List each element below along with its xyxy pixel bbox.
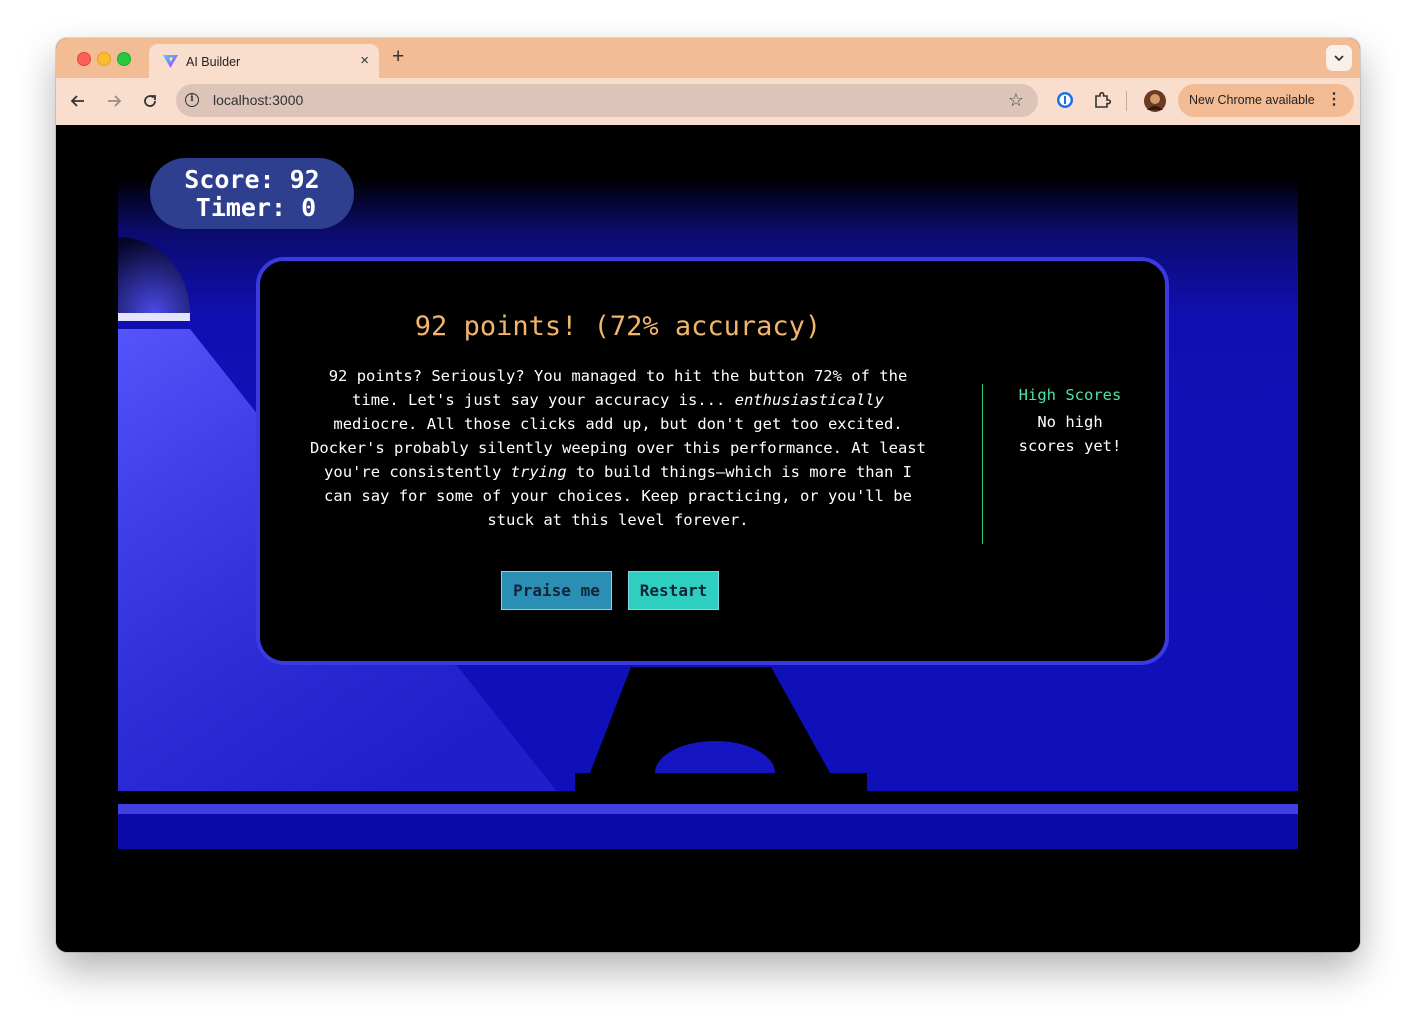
maximize-window-button[interactable] <box>117 52 131 66</box>
timer-text: Timer: 0 <box>195 192 317 222</box>
profile-avatar[interactable] <box>1144 90 1166 112</box>
url-text[interactable]: localhost:3000 <box>213 92 303 108</box>
more-menu-icon[interactable]: ⋮ <box>1326 91 1342 109</box>
results-modal: 92 points! (72% accuracy) 92 points? Ser… <box>256 257 1169 665</box>
result-title: 92 points! (72% accuracy) <box>414 311 822 342</box>
chevron-down-icon <box>1334 55 1344 62</box>
tab-strip: AI Builder × + <box>56 38 1360 78</box>
high-scores-divider <box>982 384 983 544</box>
tab-ai-builder[interactable]: AI Builder × <box>149 44 379 78</box>
password-manager-icon[interactable] <box>1055 90 1075 110</box>
chrome-update-label: New Chrome available <box>1189 93 1315 107</box>
restart-button[interactable]: Restart <box>628 571 719 610</box>
high-scores-empty-text: No high scores yet! <box>1018 413 1122 455</box>
feedback-emphasis-2: trying <box>510 463 567 481</box>
score-text: Score: 92 <box>184 164 320 194</box>
extensions-puzzle-icon[interactable] <box>1092 90 1112 110</box>
forward-arrow-icon[interactable] <box>104 91 124 111</box>
tab-title: AI Builder <box>186 55 241 69</box>
praise-me-button[interactable]: Praise me <box>501 571 612 610</box>
browser-window: AI Builder × + i localhost:3000 ☆ New Ch… <box>56 38 1360 952</box>
site-info-icon[interactable]: i <box>185 93 199 107</box>
browser-toolbar: i localhost:3000 ☆ New Chrome available … <box>56 78 1360 125</box>
stage-ledge-highlight <box>118 804 1298 814</box>
new-tab-button[interactable]: + <box>392 46 404 68</box>
game-page: Score: 92 Timer: 0 92 points! (72% accur… <box>56 125 1360 952</box>
address-bar[interactable]: i localhost:3000 ☆ <box>176 84 1038 117</box>
vite-logo-icon <box>163 55 178 68</box>
feedback-text: 92 points? Seriously? You managed to hit… <box>310 364 926 532</box>
minimize-window-button[interactable] <box>97 52 111 66</box>
high-scores-title: High Scores <box>1018 386 1122 404</box>
reload-icon[interactable] <box>140 91 160 111</box>
close-window-button[interactable] <box>77 52 91 66</box>
bookmark-star-icon[interactable]: ☆ <box>1008 90 1024 111</box>
tab-search-button[interactable] <box>1326 45 1352 71</box>
feedback-emphasis-1: enthusiastically <box>734 391 884 409</box>
score-timer-badge: Score: 92 Timer: 0 <box>150 158 354 229</box>
back-arrow-icon[interactable] <box>68 91 88 111</box>
chrome-update-button[interactable]: New Chrome available ⋮ <box>1178 84 1354 117</box>
tab-close-icon[interactable]: × <box>360 53 369 69</box>
toolbar-divider <box>1126 91 1127 111</box>
